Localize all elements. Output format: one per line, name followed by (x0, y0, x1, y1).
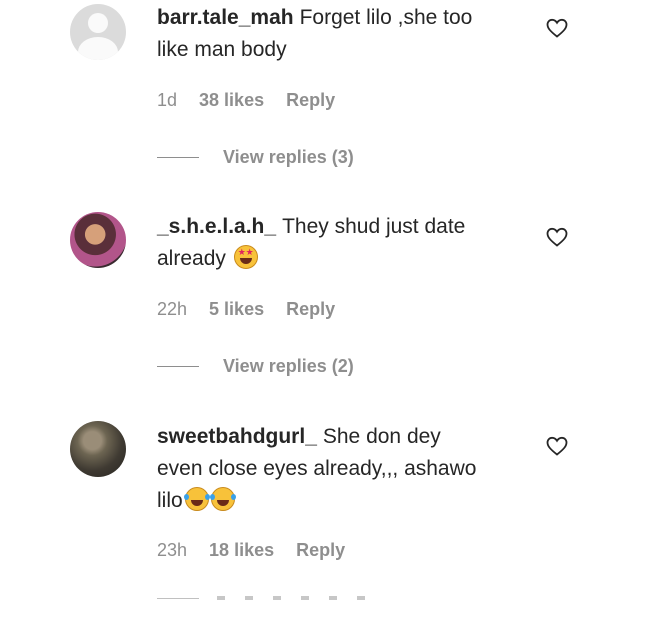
comment-likes[interactable]: 18 likes (209, 540, 274, 561)
reply-button[interactable]: Reply (296, 540, 345, 561)
comment-meta: 22h 5 likes Reply (157, 299, 335, 320)
view-replies-label: View replies (2) (223, 356, 354, 376)
view-replies-button-cutoff[interactable] (157, 590, 397, 604)
comment-username[interactable]: barr.tale_mah (157, 6, 294, 29)
tears-of-joy-emoji (183, 487, 210, 511)
avatar[interactable] (70, 4, 126, 60)
comment-body-line1: They shud just date (282, 215, 466, 238)
heart-outline-icon[interactable] (545, 225, 569, 249)
comment-body-line1: She don dey (322, 425, 441, 448)
avatar[interactable] (70, 212, 126, 268)
comment-body-line2: like man body (157, 38, 287, 61)
heart-outline-icon[interactable] (545, 434, 569, 458)
reply-button[interactable]: Reply (286, 299, 335, 320)
avatar-shoulders-shape (78, 37, 118, 60)
avatar[interactable] (70, 421, 126, 477)
comment-text: barr.tale_mah Forget lilo ,she too like m… (157, 2, 527, 66)
comment-username[interactable]: sweetbahdgurl_ (157, 425, 317, 448)
comment-text: _s.h.e.l.a.h_ They shud just date already (157, 211, 527, 275)
comment-likes[interactable]: 5 likes (209, 299, 264, 320)
view-replies-label: View replies (3) (223, 147, 354, 167)
cutoff-text-fragment (217, 596, 377, 600)
comment-body-line2: already (157, 247, 226, 270)
avatar-head-shape (88, 13, 108, 33)
view-replies-button[interactable]: View replies (3) (157, 147, 354, 168)
comment-meta: 1d 38 likes Reply (157, 90, 335, 111)
comment-time: 1d (157, 90, 178, 110)
comment-time: 23h (157, 540, 188, 560)
comment-body-line1: Forget lilo ,she too (299, 6, 473, 29)
star-struck-emoji (233, 245, 258, 269)
view-replies-line (157, 157, 199, 158)
comment-username[interactable]: _s.h.e.l.a.h_ (157, 215, 276, 238)
comment-time: 22h (157, 299, 188, 319)
tears-of-joy-emoji (209, 487, 236, 511)
view-replies-button[interactable]: View replies (2) (157, 356, 354, 377)
comment-body-line2: even close eyes already,,, ashawo (157, 457, 477, 480)
comment-meta: 23h 18 likes Reply (157, 540, 345, 561)
view-replies-line (157, 598, 199, 599)
comment-body-line3: lilo (157, 489, 183, 512)
comment-likes[interactable]: 38 likes (199, 90, 264, 111)
heart-outline-icon[interactable] (545, 16, 569, 40)
reply-button[interactable]: Reply (286, 90, 335, 111)
view-replies-line (157, 366, 199, 367)
comment-text: sweetbahdgurl_ She don dey even close eye… (157, 421, 527, 517)
